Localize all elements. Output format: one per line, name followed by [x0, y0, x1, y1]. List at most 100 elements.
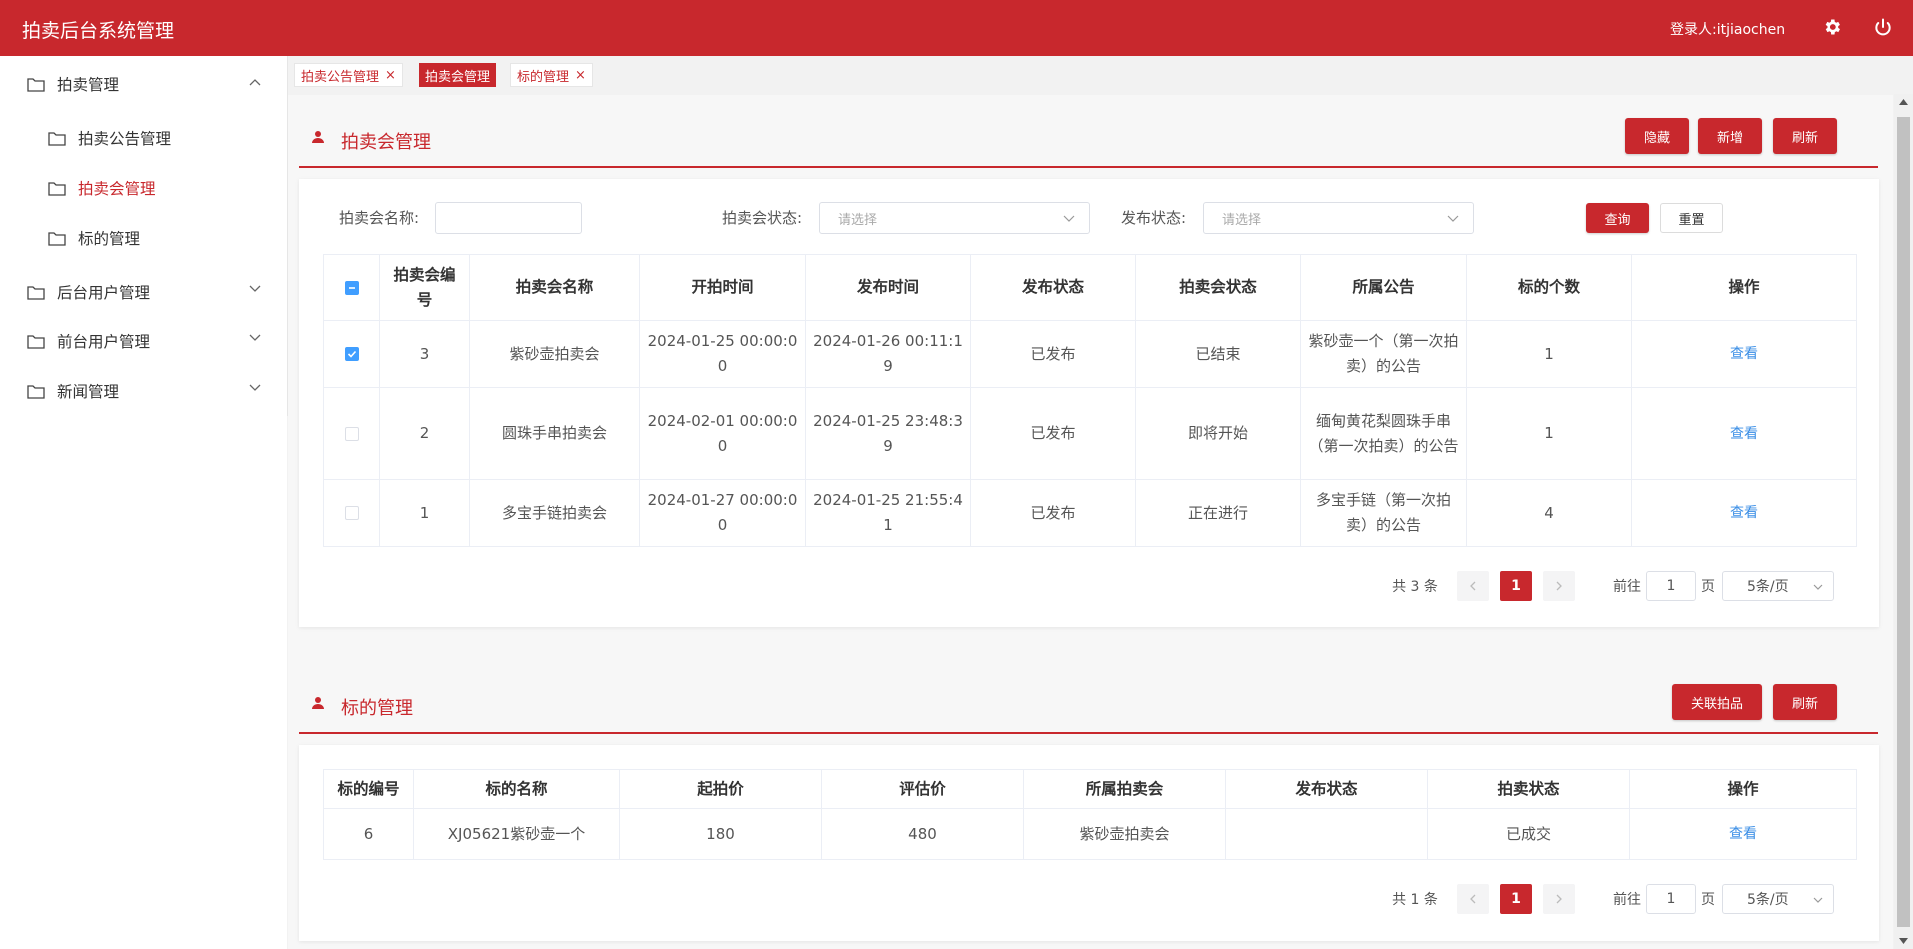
add-button[interactable]: 新增 — [1698, 118, 1762, 154]
cell-eval-price: 480 — [821, 808, 1024, 860]
prev-page-button[interactable] — [1457, 884, 1489, 914]
scrollbar-thumb[interactable] — [1897, 117, 1910, 927]
auction-pagination: 共 3 条 1 前往 1 页 5条/页 — [1390, 571, 1840, 601]
prev-page-button[interactable] — [1457, 571, 1489, 601]
sidebar-item-label: 拍卖管理 — [57, 76, 120, 94]
sidebar-item-backend-users[interactable]: 后台用户管理 — [27, 281, 150, 303]
cell-start-price: 180 — [619, 808, 822, 860]
cell-auction-status: 已结束 — [1135, 320, 1301, 388]
folder-icon — [48, 181, 66, 196]
column-header: 评估价 — [821, 769, 1024, 809]
chevron-down-icon[interactable] — [248, 330, 262, 344]
sidebar-item-auction-session-management[interactable]: 拍卖会管理 — [48, 177, 156, 199]
sidebar-item-auction-management[interactable]: 拍卖管理 — [27, 73, 119, 95]
scroll-down-icon[interactable] — [1899, 938, 1908, 944]
column-header: 所属拍卖会 — [1023, 769, 1226, 809]
column-header: 操作 — [1631, 254, 1857, 321]
publish-status-select[interactable]: 请选择 — [1203, 202, 1474, 234]
cell-count: 1 — [1466, 387, 1632, 480]
user-icon — [312, 131, 324, 143]
page-size-select[interactable]: 5条/页 — [1722, 571, 1834, 601]
folder-icon — [48, 131, 66, 146]
cell-name: 圆珠手串拍卖会 — [469, 387, 640, 480]
sidebar-item-label: 拍卖公告管理 — [78, 130, 172, 148]
cell-start-time: 2024-01-25 00:00:00 — [639, 320, 806, 388]
sidebar-item-label: 拍卖会管理 — [78, 180, 156, 198]
target-pagination: 共 1 条 1 前往 1 页 5条/页 — [1390, 884, 1840, 914]
login-user-label: 登录人:itjiaochen — [1670, 22, 1786, 38]
refresh-button[interactable]: 刷新 — [1773, 118, 1837, 154]
power-icon[interactable] — [1870, 14, 1896, 40]
page-jump-input[interactable]: 1 — [1646, 571, 1696, 601]
chevron-up-icon[interactable] — [248, 76, 262, 90]
cell-publish-status: 已发布 — [970, 320, 1136, 388]
view-link[interactable]: 查看 — [1730, 426, 1758, 442]
column-header: 标的个数 — [1466, 254, 1632, 321]
sidebar-item-label: 新闻管理 — [57, 383, 120, 401]
chevron-down-icon[interactable] — [248, 281, 262, 295]
view-link[interactable]: 查看 — [1730, 346, 1758, 362]
column-header: 开拍时间 — [639, 254, 806, 321]
page-number-button[interactable]: 1 — [1500, 571, 1532, 601]
reset-button[interactable]: 重置 — [1660, 203, 1723, 233]
refresh-button[interactable]: 刷新 — [1773, 684, 1837, 720]
cell-auction-status: 即将开始 — [1135, 387, 1301, 480]
table-row[interactable]: 1 多宝手链拍卖会 2024-01-27 00:00:00 2024-01-25… — [323, 479, 1857, 547]
page-size-select[interactable]: 5条/页 — [1722, 884, 1834, 914]
scroll-up-icon[interactable] — [1899, 99, 1908, 105]
tab-auction-session-management[interactable]: 拍卖会管理 — [419, 63, 497, 87]
folder-icon — [27, 334, 45, 349]
select-all-cell[interactable] — [323, 254, 380, 321]
column-header: 起拍价 — [619, 769, 822, 809]
table-row[interactable]: 2 圆珠手串拍卖会 2024-02-01 00:00:00 2024-01-25… — [323, 387, 1857, 480]
row-checkbox[interactable] — [344, 506, 359, 520]
sidebar-item-target-management[interactable]: 标的管理 — [48, 227, 140, 249]
column-header: 标的名称 — [413, 769, 620, 809]
tab-notice-management[interactable]: 拍卖公告管理 × — [294, 63, 403, 87]
select-all-checkbox[interactable] — [344, 280, 359, 295]
tab-label: 拍卖公告管理 — [301, 69, 380, 85]
row-checkbox[interactable] — [344, 426, 359, 441]
column-header: 所属公告 — [1300, 254, 1467, 321]
tab-bar: 拍卖公告管理 × 拍卖会管理 标的管理 × — [288, 56, 1893, 94]
sidebar-item-label: 标的管理 — [78, 230, 141, 248]
table-row[interactable]: 3 紫砂壶拍卖会 2024-01-25 00:00:00 2024-01-26 … — [323, 320, 1857, 388]
cell-publish-time: 2024-01-25 21:55:41 — [805, 479, 971, 547]
next-page-button[interactable] — [1543, 571, 1575, 601]
page-jump-input[interactable]: 1 — [1646, 884, 1696, 914]
auction-name-input[interactable] — [435, 202, 582, 234]
next-page-button[interactable] — [1543, 884, 1575, 914]
auction-status-label: 拍卖会状态: — [722, 209, 803, 227]
pagination-total: 共 3 条 — [1392, 579, 1438, 595]
row-checkbox[interactable] — [344, 347, 359, 361]
tab-target-management[interactable]: 标的管理 × — [510, 63, 593, 87]
close-icon[interactable]: × — [575, 68, 586, 83]
view-link[interactable]: 查看 — [1729, 826, 1757, 842]
column-header: 操作 — [1629, 769, 1857, 809]
table-row[interactable]: 6 XJ05621紫砂壶一个 180 480 紫砂壶拍卖会 已成交 查看 — [323, 808, 1857, 860]
pagination-total: 共 1 条 — [1392, 892, 1438, 908]
link-item-button[interactable]: 关联拍品 — [1672, 684, 1762, 720]
cell-notice: 紫砂壶一个（第一次拍卖）的公告 — [1300, 320, 1467, 388]
sidebar-item-frontend-users[interactable]: 前台用户管理 — [27, 330, 150, 352]
cell-notice: 多宝手链（第一次拍卖）的公告 — [1300, 479, 1467, 547]
target-section-header: 标的管理 — [299, 672, 1878, 734]
view-link[interactable]: 查看 — [1730, 505, 1758, 521]
sidebar-item-notice-management[interactable]: 拍卖公告管理 — [48, 127, 171, 149]
close-icon[interactable]: × — [385, 68, 396, 83]
cell-auction: 紫砂壶拍卖会 — [1023, 808, 1226, 860]
page-number-button[interactable]: 1 — [1500, 884, 1532, 914]
column-header: 拍卖状态 — [1427, 769, 1630, 809]
gear-icon[interactable] — [1819, 14, 1845, 40]
chevron-down-icon[interactable] — [248, 380, 262, 394]
column-header: 拍卖会名称 — [469, 254, 640, 321]
auction-status-select[interactable]: 请选择 — [819, 202, 1090, 234]
column-header: 拍卖会状态 — [1135, 254, 1301, 321]
folder-icon — [48, 231, 66, 246]
sidebar-item-news-management[interactable]: 新闻管理 — [27, 380, 119, 402]
hide-button[interactable]: 隐藏 — [1625, 118, 1689, 154]
query-button[interactable]: 查询 — [1586, 203, 1649, 233]
column-header: 发布状态 — [1225, 769, 1428, 809]
select-placeholder: 请选择 — [838, 212, 878, 228]
auction-table: 拍卖会编号 拍卖会名称 开拍时间 发布时间 发布状态 拍卖会状态 所属公告 标的… — [323, 254, 1857, 547]
